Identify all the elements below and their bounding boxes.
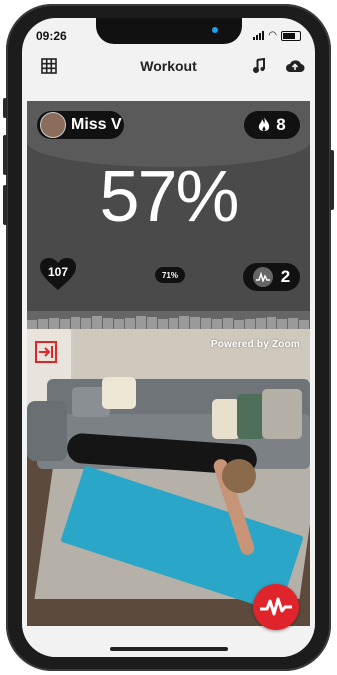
video-pillow: [237, 394, 265, 439]
nav-bar: Workout: [22, 48, 315, 84]
zone-bar: [179, 316, 190, 329]
effort-percent: 57%: [99, 157, 239, 237]
power-button: [330, 150, 334, 210]
video-pillow: [262, 389, 302, 439]
heart-rate-fab[interactable]: [253, 584, 299, 630]
video-person-head: [222, 459, 256, 493]
screen-bottom: [22, 626, 315, 657]
zone-bar: [266, 317, 277, 329]
exit-icon[interactable]: [33, 339, 59, 365]
zone-bar: [233, 320, 244, 329]
zone-bar: [277, 319, 288, 329]
home-indicator[interactable]: [110, 647, 228, 651]
zone-bar: [212, 319, 223, 329]
zone-bar: [27, 320, 37, 329]
grid-icon[interactable]: [40, 57, 58, 75]
video-feed: Powered by Zoom: [27, 329, 310, 626]
zone-badge[interactable]: 2: [243, 263, 300, 291]
zone-history-strip: [27, 311, 310, 329]
zone-bar: [299, 320, 310, 329]
zone-bar: [244, 319, 255, 329]
cloud-upload-icon[interactable]: [284, 57, 306, 75]
video-pillow: [212, 399, 240, 439]
zone-bar: [37, 319, 48, 329]
status-time: 09:26: [36, 29, 67, 43]
battery-icon: [281, 30, 301, 41]
user-name: Miss V: [71, 116, 122, 133]
notch: [96, 18, 242, 44]
zone-bar: [190, 317, 201, 329]
flame-icon: [259, 117, 270, 132]
music-note-icon[interactable]: [250, 57, 268, 75]
zone-bar: [168, 318, 179, 329]
zone-bar: [255, 318, 266, 329]
zone-bar: [288, 318, 299, 329]
video-sofa-arm: [27, 401, 67, 461]
flame-count: 8: [276, 115, 286, 134]
screen: 09:26 ◠ Workout Miss V 8 57% 107 71% 2 P…: [22, 18, 315, 657]
zone-bar: [81, 318, 92, 329]
status-icons: ◠: [253, 30, 301, 41]
heart-rate: 107: [47, 265, 69, 279]
flame-badge[interactable]: 8: [244, 111, 300, 139]
signal-icon: [253, 31, 265, 40]
zone-bar: [201, 318, 212, 329]
user-badge[interactable]: Miss V: [37, 111, 124, 139]
zone-bar: [70, 317, 81, 329]
zone-count: 2: [280, 267, 291, 286]
zone-bar: [59, 319, 70, 329]
volume-down-button: [3, 185, 7, 225]
wifi-icon: ◠: [268, 30, 277, 41]
pulse-icon: [260, 597, 292, 616]
zone-bar: [48, 318, 59, 329]
zone-bar: [223, 318, 233, 329]
workout-stats-panel: Miss V 8 57% 107 71% 2: [27, 101, 310, 329]
powered-by-label: Powered by Zoom: [210, 339, 300, 350]
max-hr-percent: 71%: [155, 267, 185, 283]
avatar: [40, 112, 66, 138]
zone-bar: [92, 316, 103, 329]
zone-bar: [146, 317, 157, 329]
camera-dot: [212, 27, 218, 33]
volume-up-button: [3, 135, 7, 175]
video-pillow: [102, 377, 136, 409]
zone-bar: [135, 316, 146, 329]
zone-bar: [103, 318, 114, 329]
mute-switch: [3, 98, 7, 118]
zone-bar: [125, 318, 135, 329]
page-title: Workout: [140, 58, 197, 74]
zone-icon: [252, 267, 273, 287]
zone-bar: [157, 319, 168, 329]
zone-bar: [114, 319, 125, 329]
